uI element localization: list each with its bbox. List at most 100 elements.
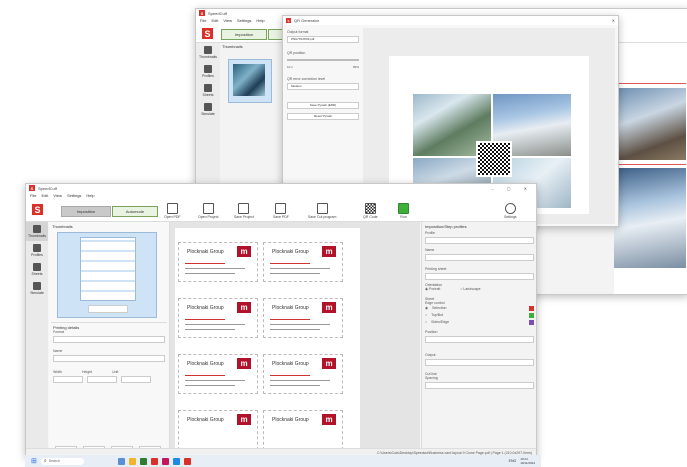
format-label: Format: [53, 330, 65, 334]
qr-dialog-titlebar: S QR Generator ✕: [283, 16, 618, 25]
ec-level-label: QR error correction level: [287, 77, 326, 81]
business-card: Plocknaki Group m: [178, 354, 258, 394]
sidebar-item-sheets[interactable]: Sheets: [26, 260, 48, 279]
taskbar-app-icon[interactable]: [161, 457, 169, 465]
tray-clock[interactable]: 10:24 19/11/2024: [520, 457, 541, 465]
windows-start-icon[interactable]: ⊞: [31, 457, 37, 465]
edge-row-sides[interactable]: ○ Sides/Edge: [425, 319, 534, 326]
qr-code-icon: [364, 203, 376, 214]
thumbnail-sheet[interactable]: [57, 232, 157, 318]
card-brand-text: Plocknaki Group: [272, 417, 309, 423]
card-logo: m: [237, 302, 251, 313]
taskbar-app-icon[interactable]: [128, 457, 136, 465]
qr-code-button[interactable]: QR Code: [363, 203, 378, 219]
speedcuff-logo-icon: S: [29, 185, 35, 191]
automode-button[interactable]: Automode: [112, 206, 158, 217]
height-input[interactable]: [87, 376, 117, 383]
output-format-select[interactable]: PNG/TIF/PDF.pdf: [287, 36, 359, 43]
back-imposition-button[interactable]: Imposition: [221, 29, 267, 40]
thumbnail-caption: [88, 305, 128, 313]
taskbar-app-icon[interactable]: [139, 457, 147, 465]
thumbnails-header: Thumbnails: [52, 224, 73, 229]
save-cut-program-button[interactable]: Save Cut program: [308, 203, 336, 219]
width-input[interactable]: [53, 376, 83, 383]
output-select[interactable]: [425, 359, 534, 366]
card-text-line: [270, 273, 320, 274]
menu-file[interactable]: File: [200, 18, 206, 23]
back-sidebar-simulate[interactable]: Simulate: [196, 100, 220, 119]
speedcuff-logo-icon: S: [199, 10, 205, 16]
card-rule: [270, 263, 310, 264]
front-app-window: S SpeedCuff – ▢ ✕ File Edit View Setting…: [25, 183, 537, 457]
spacing-input[interactable]: [425, 382, 534, 389]
printing-sheet-label: Printing sheet: [425, 267, 447, 271]
business-card: Plocknaki Group m: [263, 242, 343, 282]
speedcuff-logo-icon: S: [286, 18, 291, 23]
ec-level-select[interactable]: Medium: [287, 83, 359, 90]
imposition-mode-button[interactable]: Imposition: [61, 206, 111, 217]
edge-option-label: Selection: [432, 306, 447, 310]
edge-color-purple[interactable]: [529, 320, 534, 325]
settings-button[interactable]: Settings: [504, 203, 517, 219]
back-thumbnail[interactable]: [228, 59, 272, 103]
edge-color-red[interactable]: [529, 306, 534, 311]
settings-icon: [504, 203, 516, 214]
thumbnail-page: [80, 237, 136, 301]
qr-position-slider[interactable]: [287, 59, 359, 61]
name-label: Name: [53, 349, 63, 353]
portrait-radio[interactable]: ◉ Portrait: [425, 287, 440, 291]
right-panel-title: Imposition/Step profiles: [425, 224, 467, 229]
sidebar-item-profiles[interactable]: Profiles: [26, 241, 48, 260]
back-sidebar-sheets[interactable]: Sheets: [196, 81, 220, 100]
back-sidebar-thumbnails[interactable]: Thumbnails: [196, 43, 220, 62]
menu-edit[interactable]: Edit: [211, 18, 218, 23]
menu-help[interactable]: Help: [256, 18, 264, 23]
window-controls[interactable]: – ▢ ✕: [491, 186, 533, 191]
menu-settings[interactable]: Settings: [237, 18, 251, 23]
profile-name-input[interactable]: [425, 254, 534, 261]
tray-language[interactable]: ENG: [509, 459, 517, 463]
menu-help[interactable]: Help: [86, 193, 94, 198]
front-toolbar: S Imposition Automode Open PDF Open Proj…: [26, 199, 536, 222]
sidebar-label: Profiles: [202, 74, 214, 78]
search-box[interactable]: ⌕ Search: [40, 457, 84, 465]
menu-settings[interactable]: Settings: [67, 193, 81, 198]
taskbar-app-icon[interactable]: [183, 457, 191, 465]
close-icon[interactable]: ✕: [612, 18, 615, 23]
business-card: Plocknaki Group m: [178, 242, 258, 282]
business-card: Plocknaki Group m: [263, 354, 343, 394]
printing-sheet-select[interactable]: [425, 273, 534, 280]
menu-edit[interactable]: Edit: [41, 193, 48, 198]
menu-view[interactable]: View: [223, 18, 232, 23]
save-pdf-button[interactable]: Save PDF: [273, 203, 289, 219]
back-sidebar-profiles[interactable]: Profiles: [196, 62, 220, 81]
taskbar-app-icon[interactable]: [117, 457, 125, 465]
save-project-button[interactable]: Save Project: [234, 203, 254, 219]
unit-select[interactable]: [121, 376, 151, 383]
save-qr-button[interactable]: Save Pyrash (ERR): [287, 102, 359, 109]
qr-dialog-title: QR Generator: [294, 18, 320, 23]
reset-qr-button[interactable]: Reset Pyrash: [287, 113, 359, 120]
right-panel: Imposition/Step profiles Profile Name Pr…: [421, 222, 536, 448]
run-button[interactable]: Run: [398, 203, 409, 219]
profile-select[interactable]: [425, 237, 534, 244]
edge-row-topbot[interactable]: ○ Top/Bot: [425, 312, 534, 319]
imposition-canvas[interactable]: Plocknaki Group m Plocknaki Group m Plockn…: [170, 222, 420, 448]
tray-date: 19/11/2024: [520, 461, 535, 465]
open-project-button[interactable]: Open Project: [198, 203, 218, 219]
menu-view[interactable]: View: [53, 193, 62, 198]
sidebar-item-thumbnails[interactable]: Thumbnails: [26, 222, 48, 241]
taskbar-app-icon[interactable]: [172, 457, 180, 465]
card-logo: m: [322, 358, 336, 369]
edge-color-green[interactable]: [529, 313, 534, 318]
name-input[interactable]: [53, 355, 165, 362]
open-pdf-button[interactable]: Open PDF: [164, 203, 181, 219]
landscape-radio[interactable]: ○ Landscape: [460, 287, 480, 291]
menu-file[interactable]: File: [30, 193, 36, 198]
edge-row-selection[interactable]: ◉ Selection: [425, 305, 534, 312]
back-thumbnails-label: Thumbnails: [222, 44, 243, 49]
taskbar-app-icon[interactable]: [150, 457, 158, 465]
sidebar-item-simulate[interactable]: Simulate: [26, 279, 48, 298]
format-select[interactable]: [53, 336, 165, 343]
position-input[interactable]: [425, 336, 534, 343]
